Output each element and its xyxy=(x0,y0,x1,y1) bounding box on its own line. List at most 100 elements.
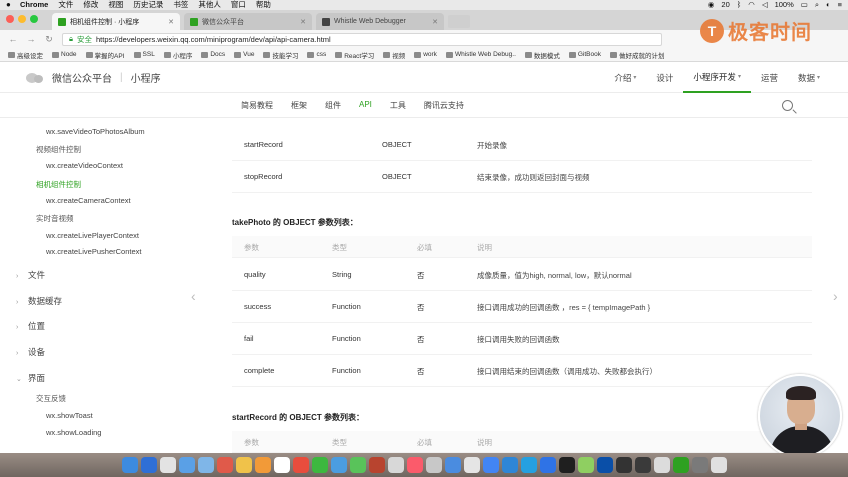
spotlight-icon[interactable]: ⌕ xyxy=(815,0,819,10)
prev-page-arrow-icon[interactable]: ‹ xyxy=(191,288,196,304)
sub-nav-item[interactable]: 工具 xyxy=(381,100,415,111)
menu-list-icon[interactable]: ≡ xyxy=(838,0,842,10)
top-nav-item[interactable]: 介绍 ▾ xyxy=(604,63,646,93)
sidebar-item[interactable]: › 文件 xyxy=(16,269,45,281)
bookmark-item[interactable]: 视频 xyxy=(383,50,405,60)
dock-app-icon[interactable] xyxy=(520,457,537,473)
menu-window[interactable]: 窗口 xyxy=(231,0,246,10)
back-icon[interactable]: ← xyxy=(8,34,18,44)
dock-app-icon[interactable] xyxy=(463,457,480,473)
sub-nav-item[interactable]: 框架 xyxy=(282,100,316,111)
menu-chrome[interactable]: Chrome xyxy=(20,0,48,10)
bookmark-item[interactable]: React学习 xyxy=(335,50,374,60)
tab-close-icon[interactable]: ✕ xyxy=(300,18,306,26)
tab-whistle[interactable]: Whistle Web Debugger ✕ xyxy=(316,13,444,30)
close-window-button[interactable] xyxy=(6,15,14,23)
bookmark-item[interactable]: 数据模式 xyxy=(524,50,560,60)
dock-app-icon[interactable] xyxy=(691,457,708,473)
reload-icon[interactable]: ↻ xyxy=(44,34,54,45)
dock-app-icon[interactable] xyxy=(159,457,176,473)
dock-app-icon[interactable] xyxy=(178,457,195,473)
volume-icon[interactable]: ◁ xyxy=(762,0,768,10)
bookmark-item[interactable]: SSL xyxy=(133,51,155,58)
bookmark-item[interactable]: 小程序 xyxy=(163,50,192,60)
sidebar-item[interactable]: ⌄ 界面 xyxy=(16,372,45,384)
dock-app-icon[interactable] xyxy=(577,457,594,473)
dock-app-icon[interactable] xyxy=(596,457,613,473)
dock-app-icon[interactable] xyxy=(444,457,461,473)
top-nav-item[interactable]: 数据 ▾ xyxy=(788,63,830,93)
apple-menu-icon[interactable]: ● xyxy=(6,0,20,10)
sidebar-item[interactable]: wx.showToast xyxy=(46,411,93,420)
sidebar-item[interactable]: 视频组件控制 xyxy=(36,144,81,155)
search-icon[interactable] xyxy=(782,100,793,111)
dock-app-icon[interactable] xyxy=(387,457,404,473)
menu-history[interactable]: 历史记录 xyxy=(133,0,163,10)
menu-file[interactable]: 文件 xyxy=(58,0,73,10)
zoom-window-button[interactable] xyxy=(30,15,38,23)
sub-nav-item[interactable]: 简易教程 xyxy=(232,100,282,111)
wifi-icon[interactable]: ◠ xyxy=(748,0,755,10)
bookmark-item[interactable]: Vue xyxy=(234,51,254,58)
dock-app-icon[interactable] xyxy=(672,457,689,473)
sidebar-item[interactable]: 实时音视频 xyxy=(36,213,74,224)
user-icon[interactable]: ◐ xyxy=(826,0,831,10)
dock-app-icon[interactable] xyxy=(197,457,214,473)
tab-close-icon[interactable]: ✕ xyxy=(432,18,438,26)
menu-bookmarks[interactable]: 书签 xyxy=(173,0,188,10)
sub-nav-item[interactable]: 组件 xyxy=(316,100,350,111)
dock-app-icon[interactable] xyxy=(311,457,328,473)
menu-edit[interactable]: 修改 xyxy=(83,0,98,10)
dock-app-icon[interactable] xyxy=(501,457,518,473)
dock-app-icon[interactable] xyxy=(216,457,233,473)
sidebar-item[interactable]: wx.createLivePusherContext xyxy=(46,247,141,256)
dock-app-icon[interactable] xyxy=(558,457,575,473)
dock-app-icon[interactable] xyxy=(273,457,290,473)
tab-camera-control[interactable]: 相机组件控制 · 小程序 ✕ xyxy=(52,13,180,30)
bookmark-item[interactable]: css xyxy=(307,51,326,58)
next-page-arrow-icon[interactable]: › xyxy=(833,288,838,304)
menu-help[interactable]: 帮助 xyxy=(256,0,271,10)
dock-app-icon[interactable] xyxy=(368,457,385,473)
dock-app-icon[interactable] xyxy=(330,457,347,473)
sidebar-item[interactable]: › 位置 xyxy=(16,320,45,332)
sidebar-item[interactable]: › 设备 xyxy=(16,346,45,358)
dock-app-icon[interactable] xyxy=(349,457,366,473)
brand[interactable]: 微信公众平台 | 小程序 xyxy=(0,70,161,85)
forward-icon[interactable]: → xyxy=(26,34,36,44)
dock-app-icon[interactable] xyxy=(710,457,727,473)
top-nav-item[interactable]: 运营 xyxy=(751,63,788,93)
top-nav-item[interactable]: 设计 xyxy=(646,63,683,93)
dock-app-icon[interactable] xyxy=(406,457,423,473)
bookmark-item[interactable]: Node xyxy=(52,51,77,58)
sidebar-item[interactable]: wx.showLoading xyxy=(46,428,101,437)
dock-app-icon[interactable] xyxy=(140,457,157,473)
dock-app-icon[interactable] xyxy=(254,457,271,473)
sidebar-item[interactable]: wx.createLivePlayerContext xyxy=(46,231,139,240)
bookmark-item[interactable]: Whistle Web Debug.. xyxy=(445,51,516,58)
battery-icon[interactable]: ▭ xyxy=(801,0,808,10)
sub-nav-item[interactable]: API xyxy=(350,100,381,111)
top-nav-item[interactable]: 小程序开发 ▾ xyxy=(683,63,751,93)
sub-nav-item[interactable]: 腾讯云支持 xyxy=(415,100,473,111)
menu-view[interactable]: 视图 xyxy=(108,0,123,10)
dock-app-icon[interactable] xyxy=(539,457,556,473)
minimize-window-button[interactable] xyxy=(18,15,26,23)
bookmark-item[interactable]: 做好成就的计划 xyxy=(610,50,665,60)
sidebar-item[interactable]: wx.createCameraContext xyxy=(46,196,131,205)
sidebar-item[interactable]: 相机组件控制 xyxy=(36,179,81,190)
tab-wechat-platform[interactable]: 微信公众平台 ✕ xyxy=(184,13,312,30)
dock-app-icon[interactable] xyxy=(121,457,138,473)
bookmark-item[interactable]: 高级设定 xyxy=(8,50,43,60)
bookmark-item[interactable]: work xyxy=(414,51,437,58)
bookmark-item[interactable]: 技能学习 xyxy=(263,50,298,60)
bookmark-item[interactable]: 掌握的API xyxy=(85,50,125,60)
sidebar-item[interactable]: 交互反馈 xyxy=(36,393,66,404)
dock-app-icon[interactable] xyxy=(292,457,309,473)
menu-people[interactable]: 其他人 xyxy=(198,0,221,10)
tab-close-icon[interactable]: ✕ xyxy=(168,18,174,26)
bluetooth-icon[interactable]: ᛒ xyxy=(737,0,742,10)
url-input[interactable]: 🔒︎ 安全 https://developers.weixin.qq.com/m… xyxy=(62,32,662,46)
dock-app-icon[interactable] xyxy=(634,457,651,473)
sidebar-item[interactable]: wx.saveVideoToPhotosAlbum xyxy=(46,127,145,136)
